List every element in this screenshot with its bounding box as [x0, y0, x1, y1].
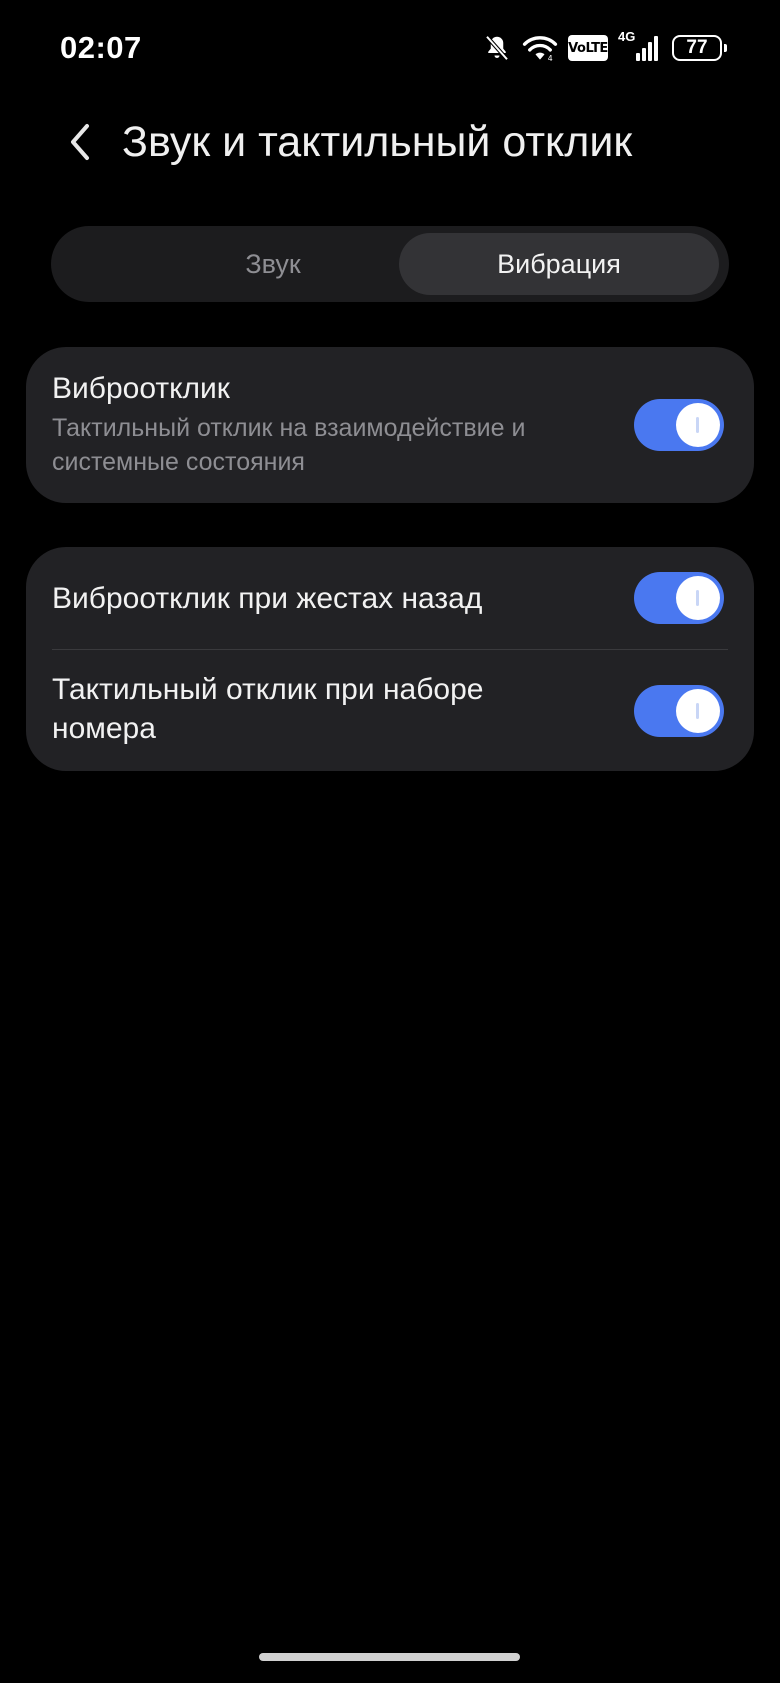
volte-badge: VoLTE — [568, 35, 608, 61]
home-indicator[interactable] — [259, 1653, 520, 1661]
haptic-feedback-toggle[interactable] — [634, 399, 724, 451]
bell-muted-icon — [482, 33, 512, 63]
status-icons: 4 VoLTE 4G 77 — [482, 29, 727, 64]
haptic-feedback-card: Виброотклик Тактильный отклик на взаимод… — [26, 347, 754, 503]
haptic-feedback-subtitle: Тактильный отклик на взаимодействие и си… — [52, 414, 526, 476]
tab-sound[interactable]: Звук — [113, 233, 433, 295]
haptic-options-card: Виброотклик при жестах назад Тактильный … — [26, 547, 754, 771]
toggle-knob — [676, 403, 720, 447]
status-time: 02:07 — [60, 30, 142, 65]
toggle-knob — [676, 576, 720, 620]
dialpad-haptic-toggle[interactable] — [634, 685, 724, 737]
tab-bar: Звук Вибрация — [51, 226, 729, 302]
back-gesture-haptic-row[interactable]: Виброотклик при жестах назад — [26, 547, 754, 649]
wifi-icon: 4 — [522, 33, 558, 63]
back-button[interactable] — [56, 120, 104, 168]
haptic-feedback-title: Виброотклик — [52, 372, 230, 405]
header: Звук и тактильный отклик — [0, 100, 780, 190]
chevron-left-icon — [65, 120, 95, 169]
network-type-label: 4G — [618, 29, 636, 44]
toggle-knob — [676, 689, 720, 733]
dialpad-haptic-row[interactable]: Тактильный отклик при наборе номера — [26, 650, 754, 771]
back-gesture-haptic-title: Виброотклик при жестах назад — [52, 582, 483, 615]
back-gesture-haptic-toggle[interactable] — [634, 572, 724, 624]
svg-text:4: 4 — [548, 54, 553, 63]
battery-level: 77 — [686, 37, 708, 58]
page-title: Звук и тактильный отклик — [122, 118, 633, 166]
tab-vibration[interactable]: Вибрация — [399, 233, 719, 295]
battery-icon: 77 — [672, 35, 727, 61]
signal-icon: 4G — [618, 29, 662, 63]
haptic-feedback-row[interactable]: Виброотклик Тактильный отклик на взаимод… — [26, 347, 754, 503]
dialpad-haptic-title: Тактильный отклик при наборе номера — [52, 673, 484, 745]
status-bar: 02:07 4 VoLTE 4G 77 — [0, 0, 780, 96]
